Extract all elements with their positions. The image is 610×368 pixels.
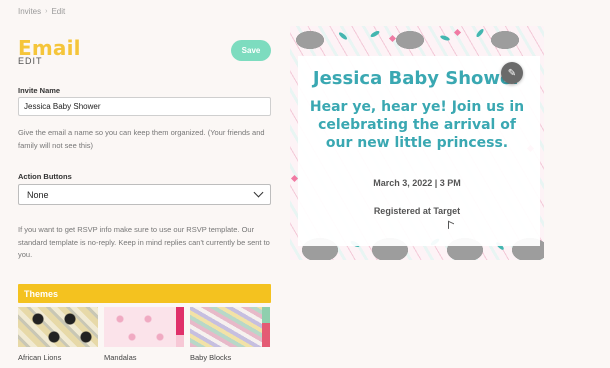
breadcrumb-invites-link[interactable]: Invites bbox=[18, 7, 41, 16]
invite-registry: Registered at Target bbox=[373, 206, 461, 216]
page-subtitle: EDIT bbox=[18, 56, 43, 66]
chevron-down-icon bbox=[253, 187, 264, 198]
invite-name-label: Invite Name bbox=[18, 86, 61, 95]
save-button[interactable]: Save bbox=[231, 40, 271, 61]
action-buttons-help: If you want to get RSVP info make sure t… bbox=[18, 225, 270, 259]
breadcrumb: Invites › Edit bbox=[18, 7, 65, 16]
invite-preview: Jessica Baby Shower Hear ye, hear ye! Jo… bbox=[290, 26, 544, 260]
pencil-icon: ✎ bbox=[507, 67, 517, 79]
invite-name-help: Give the email a name so you can keep th… bbox=[18, 128, 265, 150]
action-buttons-label: Action Buttons bbox=[18, 172, 72, 181]
heart-decoration bbox=[388, 34, 397, 43]
breadcrumb-separator: › bbox=[45, 8, 48, 15]
leaf-decoration bbox=[439, 34, 451, 42]
invite-message: Hear ye, hear ye! Join us in celebrating… bbox=[309, 99, 525, 151]
theme-african-lions[interactable] bbox=[18, 307, 98, 347]
action-buttons-select[interactable]: None bbox=[18, 184, 271, 205]
theme-mandalas[interactable] bbox=[104, 307, 184, 347]
leaf-decoration bbox=[369, 29, 381, 39]
heart-decoration bbox=[453, 28, 462, 37]
theme-label-mandalas: Mandalas bbox=[104, 353, 137, 362]
themes-heading: Themes bbox=[18, 284, 271, 303]
edit-preview-button[interactable]: ✎ bbox=[501, 62, 523, 84]
invite-date: March 3, 2022 | 3 PM bbox=[373, 178, 461, 188]
theme-label-african-lions: African Lions bbox=[18, 353, 62, 362]
leaf-decoration bbox=[475, 27, 485, 39]
theme-label-baby-blocks: Baby Blocks bbox=[190, 353, 232, 362]
theme-baby-blocks[interactable] bbox=[190, 307, 270, 347]
leaf-decoration bbox=[337, 31, 349, 41]
action-buttons-selected: None bbox=[27, 189, 49, 200]
invite-name-input[interactable]: Jessica Baby Shower bbox=[18, 97, 271, 116]
breadcrumb-current: Edit bbox=[51, 7, 66, 16]
